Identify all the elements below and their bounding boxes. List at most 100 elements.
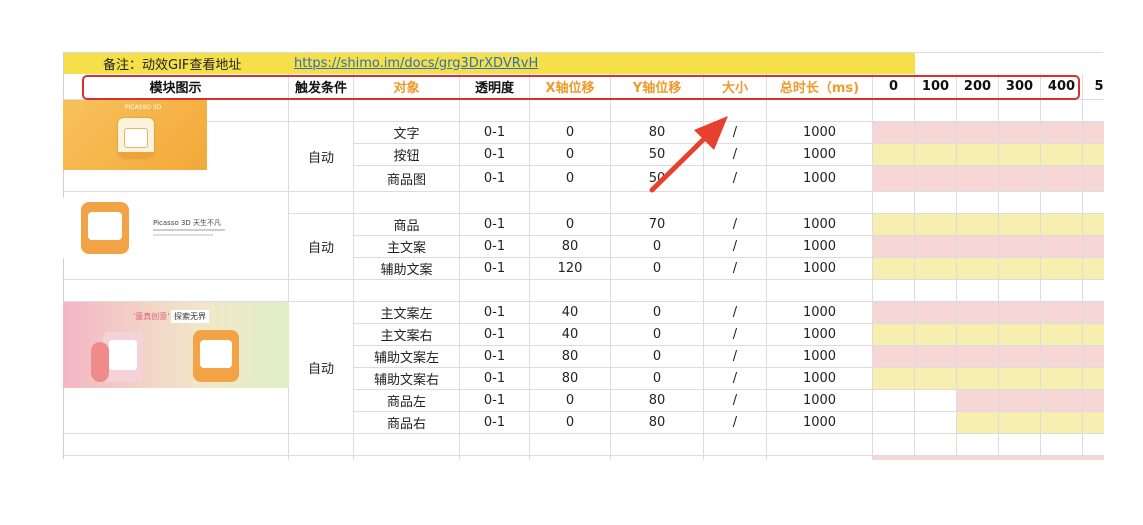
x-offset-cell[interactable]: 0 bbox=[530, 144, 611, 166]
y-offset-cell[interactable]: 80 bbox=[611, 122, 704, 144]
timeline-cell[interactable] bbox=[915, 258, 957, 280]
blank-cell[interactable] bbox=[873, 100, 915, 122]
timeline-cell[interactable] bbox=[1041, 346, 1083, 368]
timeline-cell[interactable] bbox=[873, 412, 915, 434]
object-cell[interactable]: 辅助文案右 bbox=[354, 368, 460, 390]
x-offset-cell[interactable]: 0 bbox=[530, 412, 611, 434]
timeline-cell[interactable] bbox=[957, 324, 999, 346]
timeline-cell[interactable] bbox=[999, 456, 1041, 460]
blank-cell[interactable] bbox=[915, 100, 957, 122]
y-offset-cell[interactable]: 50 bbox=[611, 456, 704, 460]
x-offset-cell[interactable]: 0 bbox=[530, 456, 611, 460]
blank-cell[interactable] bbox=[289, 100, 354, 122]
opacity-cell[interactable]: 0-1 bbox=[460, 324, 530, 346]
blank-cell[interactable] bbox=[704, 100, 767, 122]
y-offset-cell[interactable]: 0 bbox=[611, 368, 704, 390]
timeline-cell[interactable] bbox=[1083, 412, 1104, 434]
y-offset-cell[interactable]: 0 bbox=[611, 236, 704, 258]
blank-cell[interactable] bbox=[957, 434, 999, 456]
timeline-cell[interactable] bbox=[957, 346, 999, 368]
timeline-cell[interactable] bbox=[999, 324, 1041, 346]
timeline-cell[interactable] bbox=[915, 368, 957, 390]
object-cell[interactable]: 按钮 bbox=[354, 144, 460, 166]
timeline-cell[interactable] bbox=[1041, 412, 1083, 434]
trigger-cell[interactable]: 自动 bbox=[289, 122, 354, 192]
blank-cell[interactable] bbox=[767, 434, 873, 456]
blank-cell[interactable] bbox=[1041, 434, 1083, 456]
duration-cell[interactable]: 1000 bbox=[767, 144, 873, 166]
duration-cell[interactable]: 1000 bbox=[767, 258, 873, 280]
blank-cell[interactable] bbox=[611, 280, 704, 302]
timeline-cell[interactable] bbox=[1041, 324, 1083, 346]
timeline-cell[interactable] bbox=[1041, 456, 1083, 460]
duration-cell[interactable]: 1000 bbox=[767, 412, 873, 434]
timeline-cell[interactable] bbox=[1083, 390, 1104, 412]
timeline-cell[interactable] bbox=[915, 324, 957, 346]
blank-cell[interactable] bbox=[63, 280, 289, 302]
object-cell[interactable]: 主文案右 bbox=[354, 324, 460, 346]
blank-cell[interactable] bbox=[530, 280, 611, 302]
blank-cell[interactable] bbox=[704, 192, 767, 214]
blank-cell[interactable] bbox=[1083, 434, 1104, 456]
trigger-cell[interactable] bbox=[289, 456, 354, 460]
blank-cell[interactable] bbox=[354, 434, 460, 456]
blank-cell[interactable] bbox=[767, 280, 873, 302]
blank-cell[interactable] bbox=[1041, 192, 1083, 214]
timeline-cell[interactable] bbox=[915, 236, 957, 258]
timeline-cell[interactable] bbox=[1041, 258, 1083, 280]
timeline-cell[interactable] bbox=[999, 258, 1041, 280]
blank-cell[interactable] bbox=[289, 280, 354, 302]
blank-cell[interactable] bbox=[957, 100, 999, 122]
timeline-cell[interactable] bbox=[1041, 214, 1083, 236]
blank-cell[interactable] bbox=[354, 280, 460, 302]
opacity-cell[interactable]: 0-1 bbox=[460, 214, 530, 236]
x-offset-cell[interactable]: 80 bbox=[530, 368, 611, 390]
timeline-cell[interactable] bbox=[873, 166, 915, 192]
blank-cell[interactable] bbox=[873, 192, 915, 214]
timeline-cell[interactable] bbox=[999, 214, 1041, 236]
blank-cell[interactable] bbox=[704, 434, 767, 456]
timeline-cell[interactable] bbox=[1083, 122, 1104, 144]
blank-cell[interactable] bbox=[530, 434, 611, 456]
y-offset-cell[interactable]: 80 bbox=[611, 412, 704, 434]
timeline-cell[interactable] bbox=[999, 390, 1041, 412]
timeline-cell[interactable] bbox=[957, 456, 999, 460]
object-cell[interactable]: 商品左 bbox=[354, 390, 460, 412]
timeline-cell[interactable] bbox=[999, 236, 1041, 258]
opacity-cell[interactable]: 0-1 bbox=[460, 122, 530, 144]
timeline-cell[interactable] bbox=[1083, 236, 1104, 258]
blank-cell[interactable] bbox=[460, 100, 530, 122]
size-cell[interactable]: / bbox=[704, 258, 767, 280]
timeline-cell[interactable] bbox=[915, 122, 957, 144]
blank-cell[interactable] bbox=[999, 434, 1041, 456]
blank-cell[interactable] bbox=[999, 280, 1041, 302]
blank-cell[interactable] bbox=[1083, 100, 1104, 122]
blank-cell[interactable] bbox=[767, 100, 873, 122]
timeline-cell[interactable] bbox=[1083, 324, 1104, 346]
timeline-cell[interactable] bbox=[957, 368, 999, 390]
size-cell[interactable]: / bbox=[704, 144, 767, 166]
timeline-cell[interactable] bbox=[873, 390, 915, 412]
duration-cell[interactable]: 1000 bbox=[767, 166, 873, 192]
size-cell[interactable]: / bbox=[704, 324, 767, 346]
opacity-cell[interactable]: 0-1 bbox=[460, 236, 530, 258]
timeline-cell[interactable] bbox=[1041, 122, 1083, 144]
blank-cell[interactable] bbox=[460, 434, 530, 456]
blank-cell[interactable] bbox=[704, 280, 767, 302]
blank-cell[interactable] bbox=[999, 100, 1041, 122]
blank-cell[interactable] bbox=[354, 192, 460, 214]
size-cell[interactable]: / bbox=[704, 166, 767, 192]
blank-cell[interactable] bbox=[1083, 280, 1104, 302]
blank-cell[interactable] bbox=[611, 192, 704, 214]
timeline-cell[interactable] bbox=[873, 302, 915, 324]
size-cell[interactable]: / bbox=[704, 390, 767, 412]
size-cell[interactable]: / bbox=[704, 122, 767, 144]
timeline-cell[interactable] bbox=[873, 144, 915, 166]
timeline-cell[interactable] bbox=[999, 412, 1041, 434]
timeline-cell[interactable] bbox=[915, 214, 957, 236]
object-cell[interactable]: 商品 bbox=[354, 214, 460, 236]
duration-cell[interactable]: 1000 bbox=[767, 368, 873, 390]
duration-cell[interactable]: 1000 bbox=[767, 346, 873, 368]
x-offset-cell[interactable]: 40 bbox=[530, 302, 611, 324]
timeline-cell[interactable] bbox=[1083, 368, 1104, 390]
